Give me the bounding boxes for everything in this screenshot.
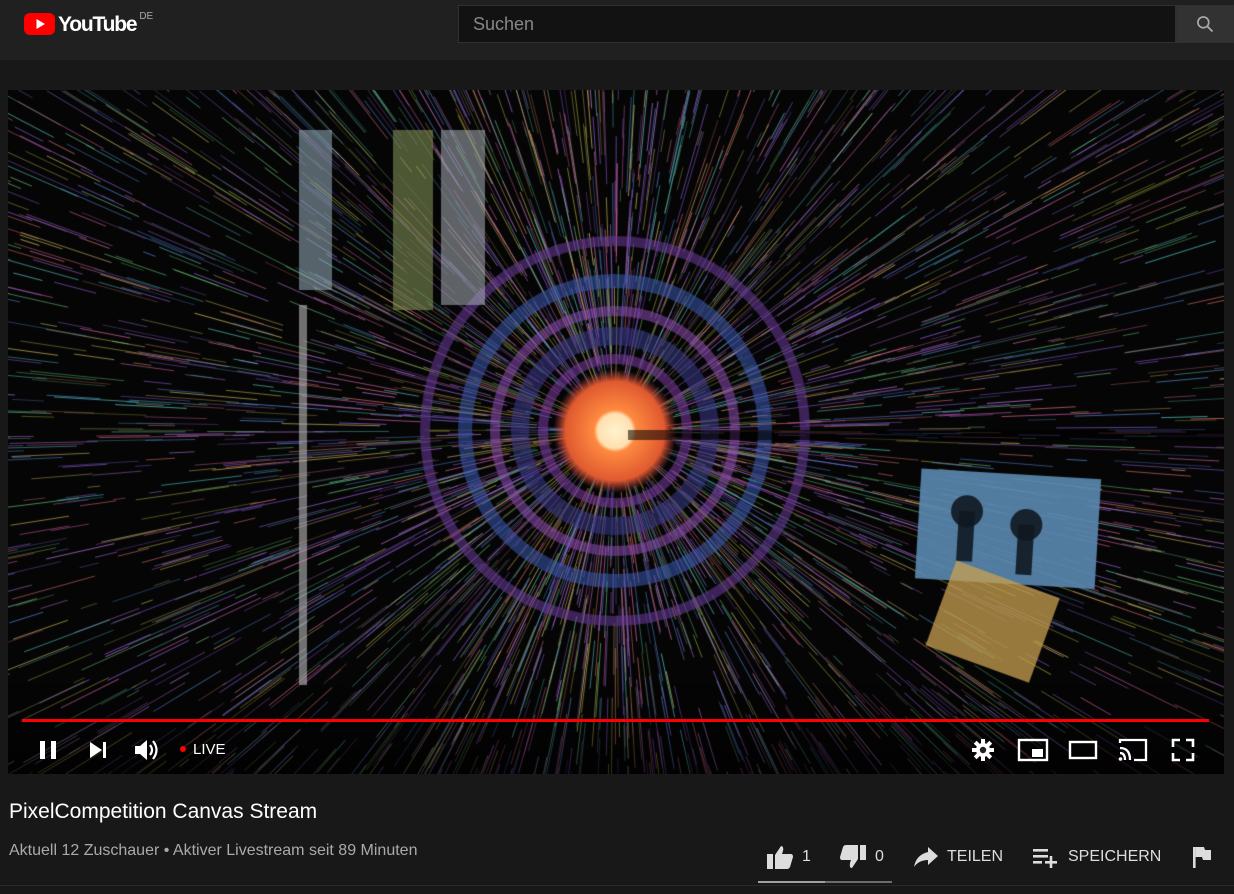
divider	[0, 885, 1234, 886]
pause-button[interactable]	[35, 733, 61, 767]
save-button[interactable]: SPEICHERN	[1032, 840, 1161, 874]
theater-mode-button[interactable]	[1066, 733, 1100, 767]
search-icon	[1197, 16, 1214, 33]
mute-button[interactable]	[132, 733, 162, 767]
cast-icon	[1118, 738, 1148, 762]
video-actions: 1 0 TEILEN SPEICHERN	[0, 840, 1234, 874]
share-button[interactable]: TEILEN	[913, 840, 1003, 874]
dislike-count: 0	[875, 848, 884, 865]
volume-icon	[135, 740, 158, 760]
sentiment-like-portion	[758, 881, 825, 883]
fullscreen-button[interactable]	[1168, 733, 1198, 767]
settings-gear-icon	[972, 739, 994, 761]
progress-bar[interactable]	[22, 719, 1209, 722]
live-dot	[180, 746, 186, 752]
fullscreen-icon	[1171, 738, 1195, 762]
logo-wordmark: YouTube	[58, 13, 138, 36]
next-button[interactable]	[85, 733, 111, 767]
save-label: SPEICHERN	[1068, 848, 1162, 865]
cast-button[interactable]	[1116, 733, 1150, 767]
report-button[interactable]	[1191, 840, 1221, 874]
thumbs-down-icon	[840, 845, 866, 868]
flag-icon	[1193, 847, 1211, 868]
dislike-button[interactable]: 0	[839, 840, 884, 874]
next-icon	[90, 742, 106, 758]
live-label: LIVE	[193, 740, 226, 758]
like-count: 1	[802, 848, 811, 865]
theater-mode-icon	[1068, 740, 1098, 760]
youtube-logo[interactable]: YouTube DE	[24, 11, 154, 37]
miniplayer-button[interactable]	[1016, 733, 1050, 767]
video-player[interactable]: LIVE	[8, 90, 1224, 774]
thumbs-up-icon	[767, 846, 793, 869]
search-input[interactable]	[458, 5, 1176, 43]
pause-icon	[40, 741, 56, 759]
country-code: DE	[139, 11, 154, 22]
masthead: YouTube DE	[0, 0, 1234, 60]
add-to-playlist-icon	[1033, 849, 1057, 868]
share-arrow-icon	[914, 847, 938, 867]
settings-button[interactable]	[970, 733, 996, 767]
like-button[interactable]: 1	[766, 840, 811, 874]
share-label: TEILEN	[947, 848, 1004, 865]
search-button[interactable]	[1176, 5, 1234, 43]
miniplayer-icon	[1017, 738, 1049, 762]
video-frame[interactable]	[8, 90, 1224, 774]
live-badge[interactable]: LIVE	[180, 738, 226, 760]
youtube-play-logo-icon	[24, 13, 55, 35]
video-title: PixelCompetition Canvas Stream	[9, 800, 318, 823]
